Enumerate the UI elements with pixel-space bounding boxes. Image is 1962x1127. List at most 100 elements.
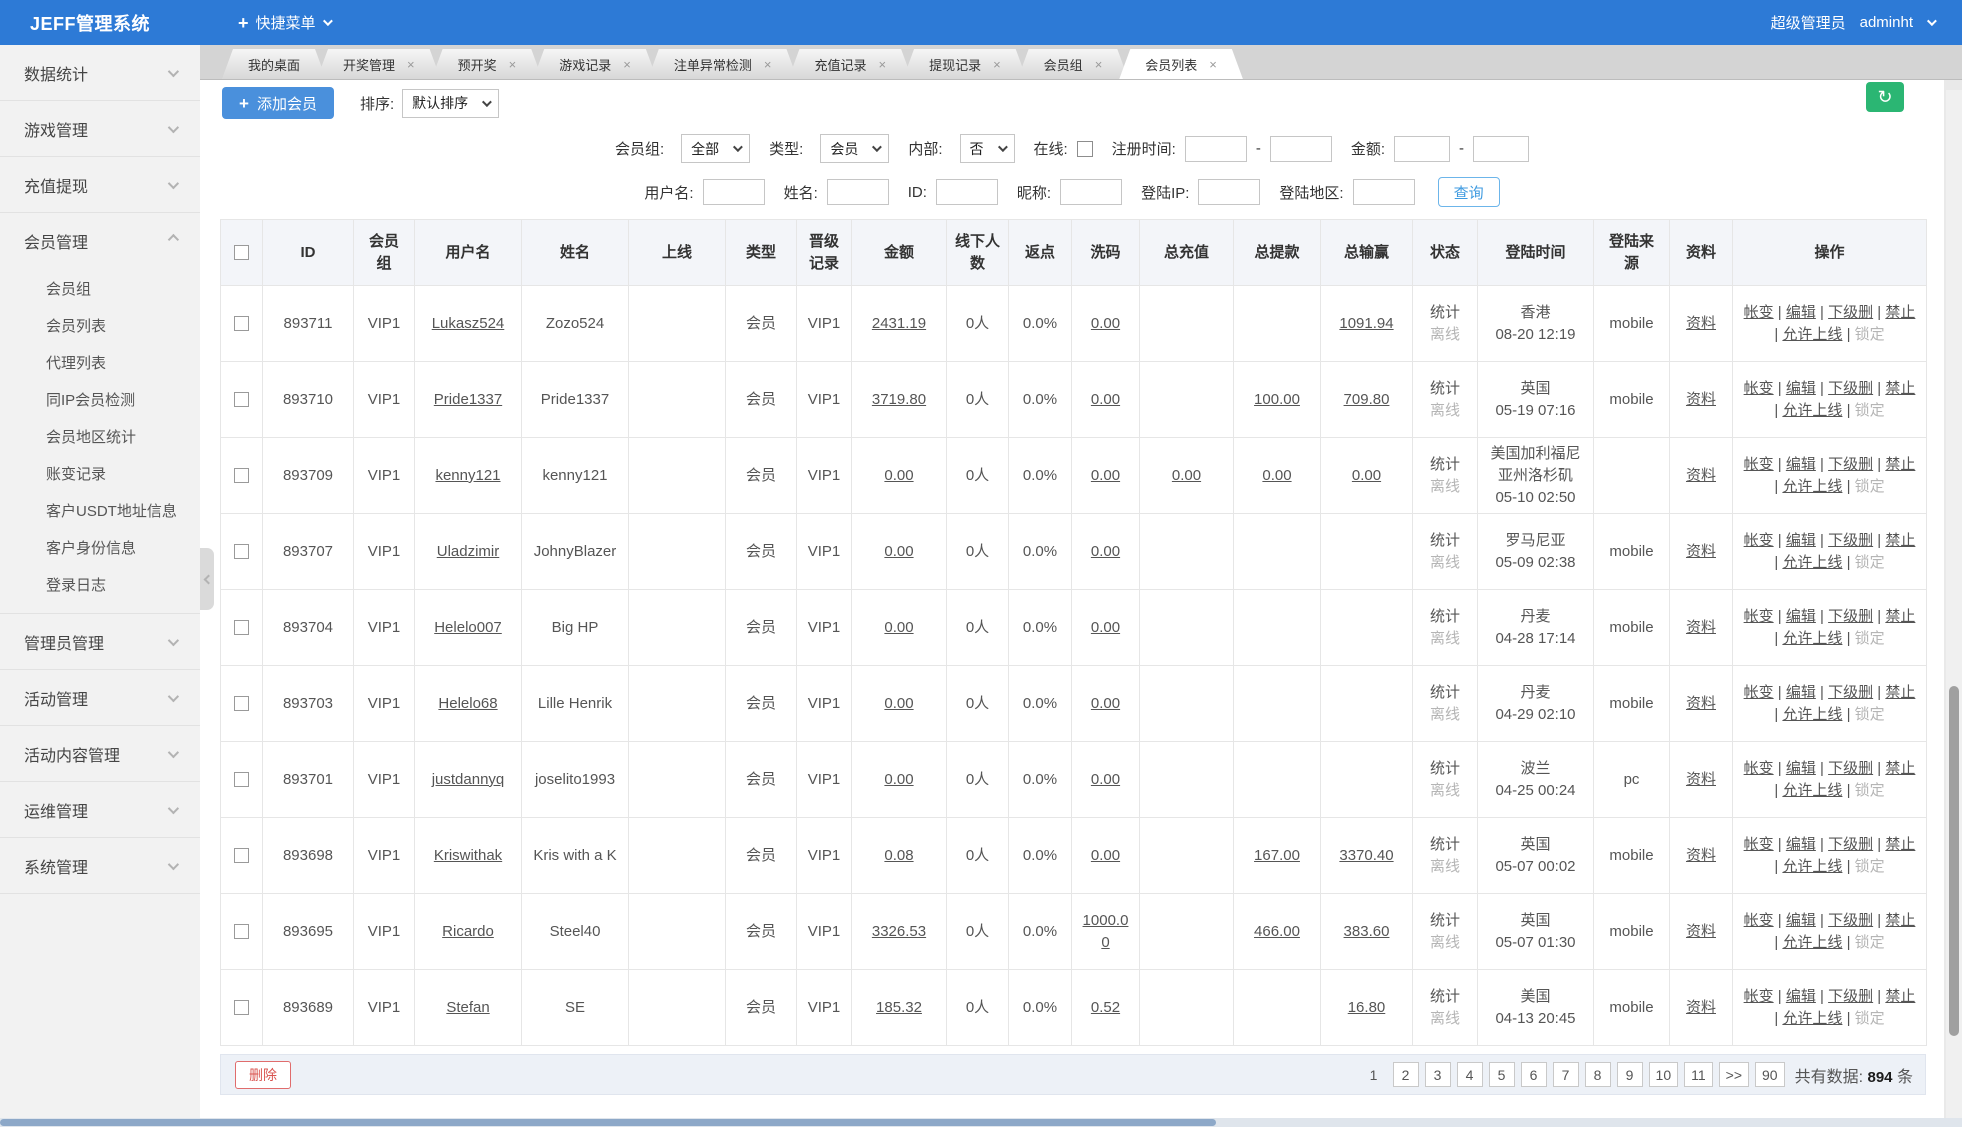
op-link[interactable]: 帐变 <box>1744 684 1774 701</box>
status-stat-link[interactable]: 统计 <box>1421 758 1469 780</box>
op-link[interactable]: 帐变 <box>1744 304 1774 321</box>
profile-link[interactable]: 资料 <box>1686 771 1716 788</box>
amount-link[interactable]: 185.32 <box>876 999 922 1016</box>
tab[interactable]: 提现记录× <box>903 49 1027 79</box>
row-checkbox[interactable] <box>234 620 249 635</box>
op-link[interactable]: 帐变 <box>1744 988 1774 1005</box>
total-winloss-link[interactable]: 16.80 <box>1348 999 1386 1016</box>
user-menu[interactable]: 超级管理员 adminht <box>1771 12 1934 33</box>
wash-link[interactable]: 0.00 <box>1091 467 1120 484</box>
add-member-button[interactable]: + 添加会员 <box>222 87 334 119</box>
wash-link[interactable]: 0.00 <box>1091 391 1120 408</box>
op-link[interactable]: 允许上线 <box>1782 782 1842 799</box>
row-checkbox[interactable] <box>234 772 249 787</box>
op-link[interactable]: 下级删 <box>1828 760 1873 777</box>
op-link[interactable]: 允许上线 <box>1782 706 1842 723</box>
vertical-scrollbar[interactable] <box>1946 90 1962 1118</box>
status-stat-link[interactable]: 统计 <box>1421 530 1469 552</box>
total-withdraw-link[interactable]: 100.00 <box>1254 391 1300 408</box>
op-link[interactable]: 允许上线 <box>1782 934 1842 951</box>
profile-link[interactable]: 资料 <box>1686 923 1716 940</box>
login-ip-input[interactable] <box>1198 179 1260 205</box>
username-link[interactable]: kenny121 <box>435 467 500 484</box>
op-link[interactable]: 禁止 <box>1885 532 1915 549</box>
username-link[interactable]: Stefan <box>446 999 489 1016</box>
wash-link[interactable]: 0.00 <box>1091 543 1120 560</box>
op-link[interactable]: 编辑 <box>1786 304 1816 321</box>
page-button[interactable]: 90 <box>1755 1062 1785 1087</box>
tab-close-icon[interactable]: × <box>509 58 517 71</box>
op-link[interactable]: 编辑 <box>1786 988 1816 1005</box>
tab[interactable]: 预开奖× <box>432 49 543 79</box>
op-link[interactable]: 允许上线 <box>1782 554 1842 571</box>
wash-link[interactable]: 0.00 <box>1091 315 1120 332</box>
regtime-to-input[interactable] <box>1270 136 1332 162</box>
internal-filter-select[interactable]: 否 <box>960 134 1015 163</box>
op-link[interactable]: 下级删 <box>1828 684 1873 701</box>
page-button[interactable]: 3 <box>1425 1062 1451 1087</box>
wash-link[interactable]: 0.00 <box>1091 695 1120 712</box>
row-checkbox[interactable] <box>234 1000 249 1015</box>
amount-link[interactable]: 0.00 <box>884 695 913 712</box>
sidebar-item[interactable]: 会员组 <box>0 270 200 307</box>
amount-link[interactable]: 0.00 <box>884 543 913 560</box>
page-button[interactable]: 2 <box>1393 1062 1419 1087</box>
amount-link[interactable]: 0.00 <box>884 619 913 636</box>
op-link[interactable]: 编辑 <box>1786 532 1816 549</box>
profile-link[interactable]: 资料 <box>1686 847 1716 864</box>
wash-link[interactable]: 0.52 <box>1091 999 1120 1016</box>
op-link[interactable]: 帐变 <box>1744 836 1774 853</box>
sidebar-item[interactable]: 同IP会员检测 <box>0 381 200 418</box>
op-link[interactable]: 编辑 <box>1786 912 1816 929</box>
row-checkbox[interactable] <box>234 316 249 331</box>
select-all-checkbox[interactable] <box>234 245 249 260</box>
row-checkbox[interactable] <box>234 392 249 407</box>
amount-link[interactable]: 3326.53 <box>872 923 926 940</box>
op-link[interactable]: 帐变 <box>1744 380 1774 397</box>
tab-close-icon[interactable]: × <box>878 58 886 71</box>
wash-link[interactable]: 0.00 <box>1091 771 1120 788</box>
op-link[interactable]: 下级删 <box>1828 836 1873 853</box>
page-button[interactable]: 7 <box>1553 1062 1579 1087</box>
op-link[interactable]: 下级删 <box>1828 988 1873 1005</box>
group-filter-select[interactable]: 全部 <box>681 134 750 163</box>
page-button[interactable]: 11 <box>1684 1062 1713 1087</box>
op-link[interactable]: 下级删 <box>1828 380 1873 397</box>
row-checkbox[interactable] <box>234 848 249 863</box>
regtime-from-input[interactable] <box>1185 136 1247 162</box>
type-filter-select[interactable]: 会员 <box>820 134 889 163</box>
horizontal-scrollbar[interactable] <box>0 1118 1962 1127</box>
op-link[interactable]: 下级删 <box>1828 456 1873 473</box>
page-button[interactable]: 6 <box>1521 1062 1547 1087</box>
amount-link[interactable]: 3719.80 <box>872 391 926 408</box>
status-stat-link[interactable]: 统计 <box>1421 454 1469 476</box>
op-link[interactable]: 禁止 <box>1885 912 1915 929</box>
amount-link[interactable]: 0.08 <box>884 847 913 864</box>
total-winloss-link[interactable]: 709.80 <box>1344 391 1390 408</box>
amount-link[interactable]: 0.00 <box>884 771 913 788</box>
total-withdraw-link[interactable]: 167.00 <box>1254 847 1300 864</box>
sidebar-section-header[interactable]: 活动内容管理 <box>0 726 200 781</box>
horizontal-scrollbar-thumb[interactable] <box>0 1119 1216 1126</box>
tab[interactable]: 会员组× <box>1018 49 1129 79</box>
refresh-button[interactable]: ↻ <box>1866 82 1904 112</box>
profile-link[interactable]: 资料 <box>1686 999 1716 1016</box>
status-stat-link[interactable]: 统计 <box>1421 606 1469 628</box>
username-link[interactable]: Kriswithak <box>434 847 502 864</box>
page-button[interactable]: >> <box>1719 1062 1749 1087</box>
op-link[interactable]: 禁止 <box>1885 760 1915 777</box>
op-link[interactable]: 编辑 <box>1786 684 1816 701</box>
sidebar-collapse-handle[interactable] <box>200 548 214 610</box>
op-link[interactable]: 下级删 <box>1828 304 1873 321</box>
op-link[interactable]: 禁止 <box>1885 836 1915 853</box>
status-stat-link[interactable]: 统计 <box>1421 682 1469 704</box>
op-link[interactable]: 编辑 <box>1786 608 1816 625</box>
page-current[interactable]: 1 <box>1361 1062 1387 1087</box>
tab[interactable]: 会员列表× <box>1119 49 1243 79</box>
sidebar-section-header[interactable]: 系统管理 <box>0 838 200 893</box>
op-link[interactable]: 编辑 <box>1786 836 1816 853</box>
row-checkbox[interactable] <box>234 544 249 559</box>
name-input[interactable] <box>827 179 889 205</box>
sidebar-item[interactable]: 会员列表 <box>0 307 200 344</box>
op-link[interactable]: 禁止 <box>1885 988 1915 1005</box>
